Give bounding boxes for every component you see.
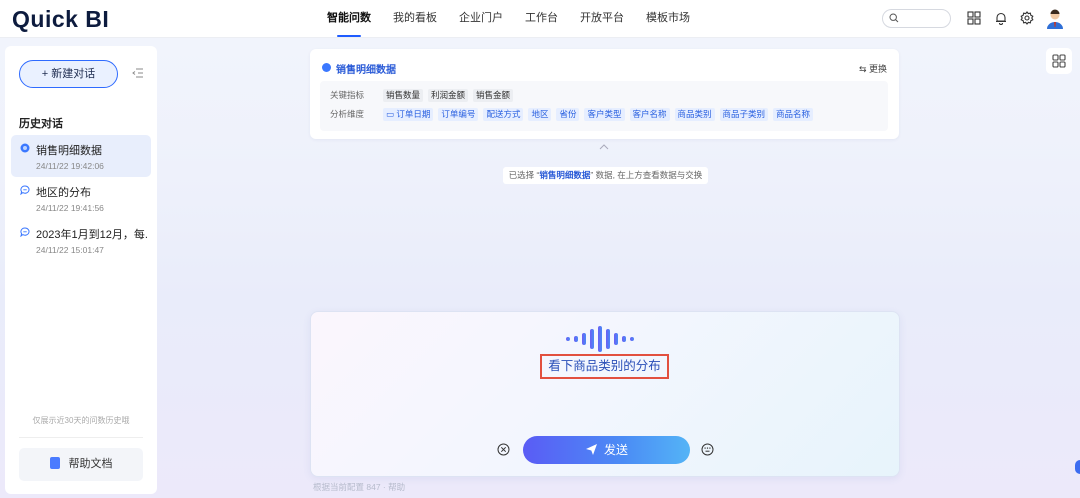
dataset-icon	[322, 63, 331, 72]
chevron-up-icon[interactable]	[598, 143, 610, 151]
dataset-icon	[20, 143, 30, 153]
chat-bubble-icon	[20, 227, 30, 237]
dataset-selected-notice: 已选择 “销售明细数据” 数据, 在上方查看数据与交换	[503, 167, 708, 184]
history-item-date: 24/11/22 19:41:56	[36, 203, 104, 213]
app-logo[interactable]: Quick BI	[12, 6, 109, 33]
history-retention-hint: 仅展示近30天的问数历史哦	[32, 416, 130, 425]
dimension-tag[interactable]: 客户类型	[584, 107, 625, 121]
user-avatar[interactable]	[1046, 9, 1064, 29]
new-chat-button[interactable]: + 新建对话	[19, 60, 118, 88]
dimension-tag[interactable]: ▭ 订单日期	[383, 107, 434, 121]
gear-icon[interactable]	[1020, 11, 1034, 25]
nav-template-market[interactable]: 模板市场	[646, 0, 690, 38]
send-button[interactable]: 发送	[523, 436, 690, 464]
dimension-tag[interactable]: 地区	[528, 107, 552, 121]
dataset-fields-panel: 关键指标 销售数量 利润金额 销售金额 分析维度 ▭ 订单日期 订单编号 配送方…	[320, 81, 888, 131]
speech-transcript[interactable]: 看下商品类别的分布	[540, 354, 669, 379]
history-section-title: 历史对话	[19, 118, 63, 130]
metrics-row: 关键指标 销售数量 利润金额 销售金额	[330, 88, 518, 102]
notice-suffix: ” 数据, 在上方查看数据与交换	[590, 170, 703, 180]
dimensions-row: 分析维度 ▭ 订单日期 订单编号 配送方式 地区 省份 客户类型 客户名称 商品…	[330, 107, 818, 121]
main-nav: 智能问数 我的看板 企业门户 工作台 开放平台 模板市场	[327, 0, 712, 38]
help-docs-label: 帮助文档	[68, 458, 113, 470]
voice-input-panel: 看下商品类别的分布 发送	[310, 311, 900, 477]
apps-grid-icon[interactable]	[967, 11, 981, 25]
help-docs-button[interactable]: 帮助文档	[19, 448, 143, 481]
dimension-tag[interactable]: 客户名称	[629, 107, 670, 121]
floating-assistant-button[interactable]	[1075, 460, 1080, 474]
history-item[interactable]: 销售明细数据 24/11/22 19:42:06	[11, 135, 151, 177]
search-input[interactable]	[882, 9, 951, 28]
dimension-tag[interactable]: 配送方式	[483, 107, 524, 121]
metric-tag[interactable]: 利润金额	[428, 88, 469, 102]
keyboard-icon[interactable]	[701, 443, 714, 456]
dimensions-label: 分析维度	[330, 109, 365, 119]
swap-dataset-button[interactable]: ⇆ 更换	[859, 62, 887, 75]
dimension-tag[interactable]: 省份	[556, 107, 580, 121]
dimension-tag[interactable]: 商品子类别	[719, 107, 769, 121]
nav-smart-query[interactable]: 智能问数	[327, 0, 371, 38]
history-item[interactable]: 地区的分布 24/11/22 19:41:56	[11, 177, 151, 219]
dimension-tag[interactable]: 订单编号	[438, 107, 479, 121]
voice-waveform-icon	[566, 326, 634, 352]
search-icon	[889, 13, 899, 23]
nav-open-platform[interactable]: 开放平台	[580, 0, 624, 38]
metric-tag[interactable]: 销售金额	[473, 88, 514, 102]
footer-text: 根据当前配置 847 · 帮助	[313, 482, 406, 492]
dimension-tag[interactable]: 商品类别	[674, 107, 715, 121]
grid-icon	[1052, 54, 1066, 68]
sidebar-divider	[19, 437, 143, 438]
history-item-date: 24/11/22 15:01:47	[36, 245, 104, 255]
history-item-title: 地区的分布	[36, 187, 91, 199]
chat-bubble-icon	[20, 185, 30, 195]
nav-my-dashboards[interactable]: 我的看板	[393, 0, 437, 38]
dimension-tag[interactable]: 商品名称	[773, 107, 814, 121]
send-label: 发送	[603, 443, 628, 457]
top-bar: Quick BI 智能问数 我的看板 企业门户 工作台 开放平台 模板市场	[0, 0, 1080, 38]
nav-workbench[interactable]: 工作台	[525, 0, 558, 38]
history-item-date: 24/11/22 19:42:06	[36, 161, 104, 171]
document-icon	[49, 457, 60, 470]
dimension-tag-label: 订单日期	[396, 108, 431, 119]
notice-prefix: 已选择 “	[508, 170, 540, 180]
calendar-icon: ▭	[386, 108, 397, 119]
dataset-card: 销售明细数据 ⇆ 更换 关键指标 销售数量 利润金额 销售金额 分析维度 ▭ 订…	[310, 49, 899, 139]
send-arrow-icon	[585, 444, 597, 456]
history-item-title: 销售明细数据	[36, 145, 102, 157]
layout-grid-button[interactable]	[1046, 48, 1072, 74]
history-item[interactable]: 2023年1月到12月，每... 24/11/22 15:01:47	[11, 219, 151, 261]
metric-tag[interactable]: 销售数量	[383, 88, 424, 102]
cancel-voice-icon[interactable]	[497, 443, 510, 456]
collapse-sidebar-icon[interactable]	[132, 67, 144, 79]
nav-enterprise-portal[interactable]: 企业门户	[459, 0, 503, 38]
bell-icon[interactable]	[994, 11, 1008, 25]
history-sidebar: + 新建对话 历史对话 销售明细数据 24/11/22 19:42:06 地区的…	[5, 46, 157, 494]
dataset-title[interactable]: 销售明细数据	[336, 61, 396, 76]
metrics-label: 关键指标	[330, 90, 365, 100]
notice-dataset-name: 销售明细数据	[539, 170, 591, 180]
history-item-title: 2023年1月到12月，每...	[36, 229, 148, 241]
